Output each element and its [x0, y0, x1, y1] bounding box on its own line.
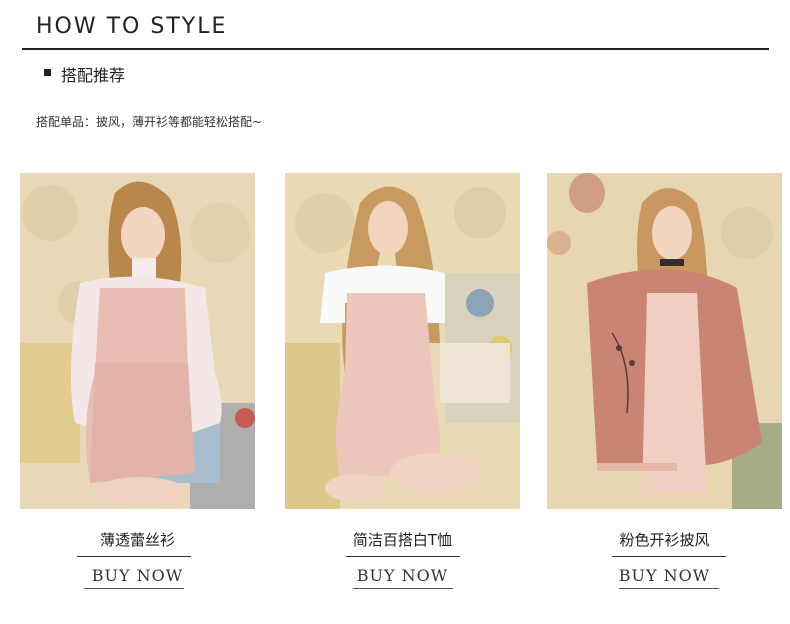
- photo-illustration: [285, 173, 520, 509]
- product-photo-lace-top[interactable]: [20, 173, 255, 509]
- product-caption: 薄透蕾丝衫: [99, 531, 175, 549]
- photo-illustration: [20, 173, 255, 509]
- page-title: HOW TO STYLE: [36, 14, 228, 39]
- buy-now-button[interactable]: BUY NOW: [285, 566, 520, 585]
- buy-now-underline: [353, 588, 453, 589]
- product-card-pink-cape[interactable]: 粉色开衫披风 BUY NOW: [547, 173, 782, 589]
- caption-divider: [612, 556, 726, 557]
- product-card-lace-top[interactable]: 薄透蕾丝衫 BUY NOW: [20, 173, 255, 589]
- photo-illustration: [547, 173, 782, 509]
- styling-description: 搭配单品：披风，薄开衫等都能轻松搭配~: [36, 115, 263, 129]
- product-card-white-tee[interactable]: 简洁百搭白T恤 BUY NOW: [285, 173, 520, 589]
- product-caption: 简洁百搭白T恤: [352, 531, 453, 549]
- product-caption: 粉色开衫披风: [619, 531, 710, 549]
- buy-now-underline: [619, 588, 719, 589]
- buy-now-button[interactable]: BUY NOW: [20, 566, 255, 585]
- caption-divider: [346, 556, 460, 557]
- section-title: 搭配推荐: [61, 66, 126, 85]
- caption-divider: [77, 556, 191, 557]
- buy-now-button[interactable]: BUY NOW: [547, 566, 782, 585]
- header-divider: [22, 48, 769, 50]
- product-photo-pink-cape[interactable]: [547, 173, 782, 509]
- buy-now-underline: [84, 588, 184, 589]
- square-bullet-icon: [44, 69, 51, 76]
- product-photo-white-tee[interactable]: [285, 173, 520, 509]
